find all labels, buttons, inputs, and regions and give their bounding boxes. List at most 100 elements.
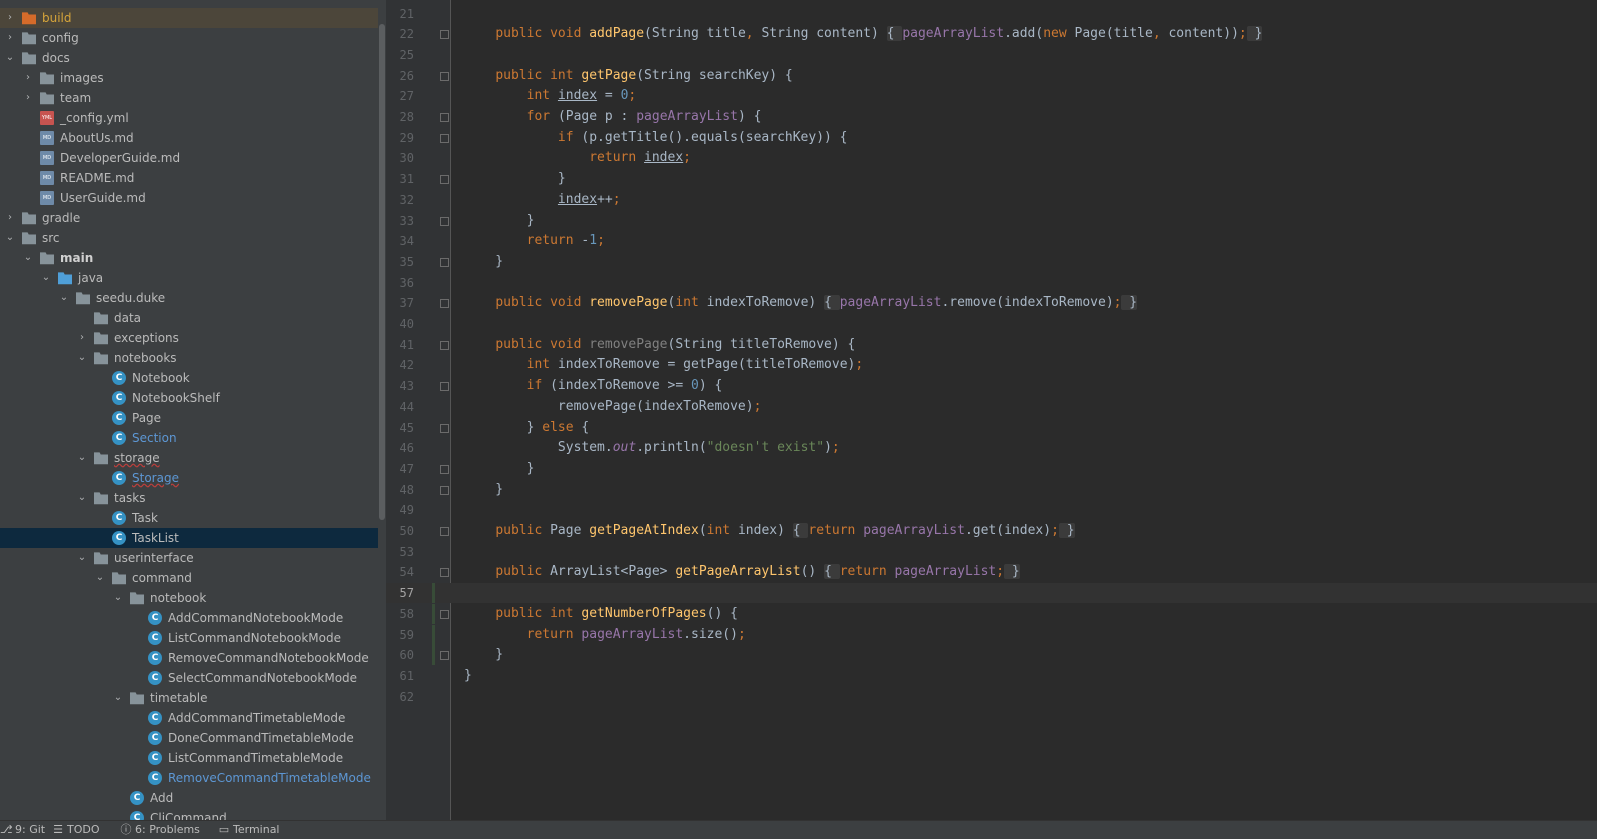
code-line[interactable]: 58 public int getNumberOfPages() {: [386, 603, 1597, 624]
code-line[interactable]: 61}: [386, 666, 1597, 686]
tree-item[interactable]: C Notebook: [0, 368, 378, 388]
tree-item[interactable]: ⌄ docs: [0, 48, 378, 68]
code-line[interactable]: 22 public void addPage(String title, Str…: [386, 24, 1597, 44]
code-line[interactable]: 30 return index;: [386, 148, 1597, 168]
tree-item[interactable]: C Section: [0, 428, 378, 448]
chevron-down-icon[interactable]: ⌄: [76, 491, 88, 505]
code-text[interactable]: public int getPage(String searchKey) {: [464, 66, 792, 86]
code-line[interactable]: 60 }: [386, 645, 1597, 666]
tree-item[interactable]: › images: [0, 68, 378, 88]
code-text[interactable]: public void addPage(String title, String…: [464, 24, 1263, 44]
chevron-right-icon[interactable]: ›: [4, 31, 16, 45]
tree-item[interactable]: C AddCommandTimetableMode: [0, 708, 378, 728]
tree-item[interactable]: C SelectCommandNotebookMode: [0, 668, 378, 688]
code-line[interactable]: 21: [386, 4, 1597, 24]
code-line[interactable]: 49: [386, 500, 1597, 520]
code-line[interactable]: 59 return pageArrayList.size();: [386, 624, 1597, 645]
tree-item[interactable]: C Page: [0, 408, 378, 428]
code-text[interactable]: return index;: [464, 148, 691, 168]
tree-item[interactable]: ⌄ notebooks: [0, 348, 378, 368]
fold-toggle-icon[interactable]: [440, 609, 449, 619]
vcs-change-marker[interactable]: [432, 624, 435, 645]
vcs-change-marker[interactable]: [432, 645, 435, 666]
project-tree-scrollbar-thumb[interactable]: [379, 24, 385, 520]
code-line[interactable]: 27 int index = 0;: [386, 86, 1597, 106]
chevron-down-icon[interactable]: ⌄: [76, 451, 88, 465]
tree-item[interactable]: C TaskList: [0, 528, 378, 548]
chevron-right-icon[interactable]: ›: [76, 331, 88, 345]
chevron-down-icon[interactable]: ⌄: [4, 51, 16, 65]
code-text[interactable]: if (p.getTitle().equals(searchKey)) {: [464, 128, 848, 148]
code-line[interactable]: 33 }: [386, 211, 1597, 231]
tree-item[interactable]: ⌄ timetable: [0, 688, 378, 708]
code-line[interactable]: 31 }: [386, 169, 1597, 189]
code-line[interactable]: 28 for (Page p : pageArrayList) {: [386, 107, 1597, 127]
tree-item[interactable]: C AddCommandNotebookMode: [0, 608, 378, 628]
chevron-down-icon[interactable]: ⌄: [112, 691, 124, 705]
tree-item[interactable]: ⌄ tasks: [0, 488, 378, 508]
tree-item[interactable]: MD UserGuide.md: [0, 188, 378, 208]
tree-item[interactable]: C DoneCommandTimetableMode: [0, 728, 378, 748]
fold-toggle-icon[interactable]: [440, 175, 449, 185]
tree-item[interactable]: MD README.md: [0, 168, 378, 188]
code-line[interactable]: 62: [386, 687, 1597, 707]
code-text[interactable]: public int getNumberOfPages() {: [464, 604, 738, 624]
terminal-tool-button[interactable]: ▭ Terminal: [218, 822, 280, 838]
fold-toggle-icon[interactable]: [440, 340, 449, 350]
tree-item[interactable]: C Storage: [0, 468, 378, 488]
tree-item[interactable]: ⌄ java: [0, 268, 378, 288]
fold-toggle-icon[interactable]: [440, 30, 449, 40]
code-line[interactable]: 50 public Page getPageAtIndex(int index)…: [386, 521, 1597, 541]
code-text[interactable]: public void removePage(int indexToRemove…: [464, 293, 1138, 313]
code-text[interactable]: }: [464, 459, 535, 479]
chevron-right-icon[interactable]: ›: [4, 11, 16, 25]
tree-item[interactable]: ⌄ notebook: [0, 588, 378, 608]
code-text[interactable]: int index = 0;: [464, 86, 637, 106]
tree-item[interactable]: › config: [0, 28, 378, 48]
code-text[interactable]: }: [464, 252, 503, 272]
tree-item[interactable]: MD DeveloperGuide.md: [0, 148, 378, 168]
problems-tool-button[interactable]: ⓘ 6: Problems: [120, 822, 200, 838]
vcs-change-marker[interactable]: [432, 603, 435, 624]
fold-toggle-icon[interactable]: [440, 113, 449, 122]
code-text[interactable]: }: [464, 169, 566, 189]
fold-toggle-icon[interactable]: [440, 527, 449, 536]
code-text[interactable]: if (indexToRemove >= 0) {: [464, 376, 723, 396]
code-line[interactable]: 43 if (indexToRemove >= 0) {: [386, 376, 1597, 396]
code-text[interactable]: public ArrayList<Page> getPageArrayList(…: [464, 562, 1020, 582]
tree-item[interactable]: C Task: [0, 508, 378, 528]
chevron-down-icon[interactable]: ⌄: [94, 571, 106, 585]
code-line[interactable]: 32 index++;: [386, 190, 1597, 210]
code-text[interactable]: int indexToRemove = getPage(titleToRemov…: [464, 355, 864, 375]
code-line[interactable]: 29 if (p.getTitle().equals(searchKey)) {: [386, 128, 1597, 148]
chevron-down-icon[interactable]: ⌄: [112, 591, 124, 605]
tree-item[interactable]: › team: [0, 88, 378, 108]
chevron-right-icon[interactable]: ›: [22, 91, 34, 105]
fold-toggle-icon[interactable]: [440, 257, 449, 267]
code-text[interactable]: return -1;: [464, 231, 605, 251]
chevron-down-icon[interactable]: ⌄: [58, 291, 70, 305]
tree-item[interactable]: ⌄ seedu.duke: [0, 288, 378, 308]
code-line[interactable]: 53: [386, 542, 1597, 562]
tree-item[interactable]: C ListCommandNotebookMode: [0, 628, 378, 648]
code-line[interactable]: 54 public ArrayList<Page> getPageArrayLi…: [386, 562, 1597, 582]
code-line[interactable]: 36: [386, 273, 1597, 293]
fold-toggle-icon[interactable]: [440, 651, 449, 661]
tree-item[interactable]: C RemoveCommandNotebookMode: [0, 648, 378, 668]
chevron-down-icon[interactable]: ⌄: [40, 271, 52, 285]
git-tool-button[interactable]: ⎇ 9: Git: [0, 822, 45, 838]
vcs-change-marker[interactable]: [432, 583, 435, 604]
fold-toggle-icon[interactable]: [440, 485, 449, 495]
tree-item[interactable]: C CliCommand: [0, 808, 378, 820]
tree-item[interactable]: ⌄ src: [0, 228, 378, 248]
tree-item[interactable]: MD AboutUs.md: [0, 128, 378, 148]
todo-tool-button[interactable]: ☰ TODO: [52, 822, 99, 838]
tree-item[interactable]: ⌄ command: [0, 568, 378, 588]
project-tree-scrollbar[interactable]: [378, 0, 386, 820]
code-line[interactable]: 48 }: [386, 480, 1597, 500]
fold-toggle-icon[interactable]: [440, 299, 449, 309]
code-text[interactable]: } else {: [464, 418, 590, 438]
code-text[interactable]: public Page getPageAtIndex(int index) { …: [464, 521, 1075, 541]
code-text[interactable]: return pageArrayList.size();: [464, 625, 746, 645]
tree-item[interactable]: data: [0, 308, 378, 328]
